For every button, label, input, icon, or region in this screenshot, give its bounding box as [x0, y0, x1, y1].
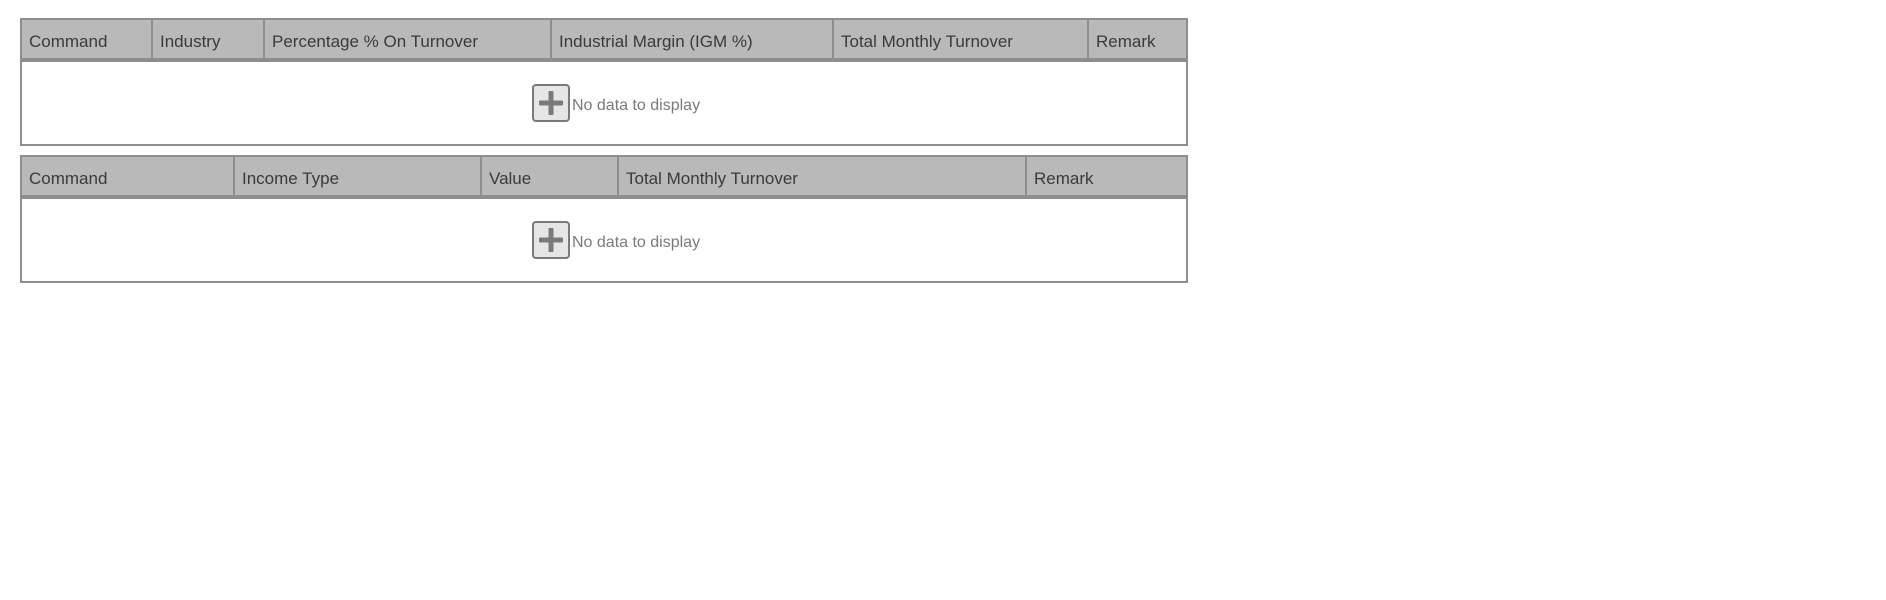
column-header-industrial-margin[interactable]: Industrial Margin (IGM %) [552, 20, 834, 58]
grid-header: Command Income Type Value Total Monthly … [22, 157, 1186, 199]
column-header-command[interactable]: Command [22, 20, 153, 58]
plus-icon [539, 91, 563, 115]
grid-body: No data to display [22, 199, 1186, 283]
empty-state: No data to display [532, 84, 700, 122]
grid-header: Command Industry Percentage % On Turnove… [22, 20, 1186, 62]
column-header-total-monthly-turnover[interactable]: Total Monthly Turnover [834, 20, 1089, 58]
add-row-button[interactable] [532, 84, 570, 122]
add-row-button[interactable] [532, 221, 570, 259]
column-header-total-monthly-turnover[interactable]: Total Monthly Turnover [619, 157, 1027, 195]
income-type-grid: Command Income Type Value Total Monthly … [20, 155, 1188, 283]
empty-state: No data to display [532, 221, 700, 259]
plus-icon [539, 228, 563, 252]
column-header-value[interactable]: Value [482, 157, 619, 195]
column-header-command[interactable]: Command [22, 157, 235, 195]
column-header-income-type[interactable]: Income Type [235, 157, 482, 195]
column-header-remark[interactable]: Remark [1089, 20, 1186, 58]
column-header-industry[interactable]: Industry [153, 20, 265, 58]
column-header-percentage-on-turnover[interactable]: Percentage % On Turnover [265, 20, 552, 58]
column-header-remark[interactable]: Remark [1027, 157, 1186, 195]
industry-turnover-grid: Command Industry Percentage % On Turnove… [20, 18, 1188, 146]
no-data-text: No data to display [572, 234, 701, 251]
grid-body: No data to display [22, 62, 1186, 146]
no-data-text: No data to display [572, 97, 701, 114]
